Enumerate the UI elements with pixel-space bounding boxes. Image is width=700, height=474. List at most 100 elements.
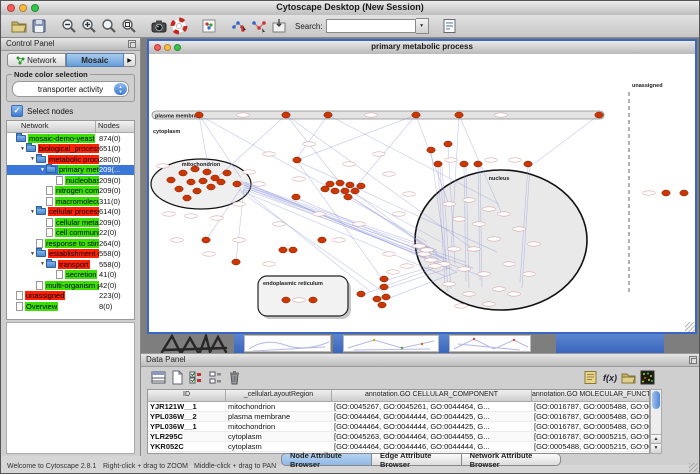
network-node[interactable] [195, 112, 203, 118]
tree-row[interactable]: ▼primary metabo209(... [7, 165, 134, 176]
node-color-dropdown[interactable]: transporter activity ▲▼ [12, 81, 129, 97]
network-window-titlebar[interactable]: primary metabolic process [149, 41, 695, 55]
network-node[interactable] [191, 166, 199, 172]
network-node[interactable] [289, 247, 297, 253]
table-row[interactable]: YPL036W__2plasma membrane[GO:0044464, GO… [148, 412, 649, 422]
network-node[interactable] [233, 181, 241, 187]
open-session-button[interactable] [9, 16, 29, 36]
network-node[interactable] [187, 179, 195, 185]
tree-row[interactable]: ▼cellular process614(0) [7, 207, 134, 218]
zoom-out-button[interactable] [59, 16, 79, 36]
search-input[interactable] [326, 19, 416, 33]
network-node[interactable] [324, 112, 332, 118]
tree-row[interactable]: macromolecule311(0) [7, 196, 134, 207]
zoom-in-button[interactable] [79, 16, 99, 36]
network-node[interactable] [346, 182, 354, 188]
network-node[interactable] [179, 170, 187, 176]
tree-row[interactable]: response to stimulu264(0) [7, 238, 134, 249]
scroll-down-button[interactable]: ▼ [651, 443, 661, 453]
tree-row[interactable]: ▼establishment of lo558(0) [7, 249, 134, 260]
network-node[interactable] [434, 161, 442, 167]
function-builder-button[interactable]: f(x) [600, 369, 619, 387]
network-node[interactable] [318, 237, 326, 243]
create-attribute-button[interactable] [168, 369, 187, 387]
network-node[interactable] [412, 112, 420, 118]
tree-row[interactable]: cell communicat22(0) [7, 228, 134, 239]
attribute-table[interactable]: ID _cellularLayoutRegion annotation.GO C… [147, 389, 650, 454]
tree-row[interactable]: ▼biological_process651(0) [7, 144, 134, 155]
unselect-attributes-button[interactable] [206, 369, 225, 387]
col-id[interactable]: ID [148, 390, 226, 401]
network-node[interactable] [455, 112, 463, 118]
tree-row[interactable]: ▼transport558(0) [7, 259, 134, 270]
save-session-button[interactable] [29, 16, 49, 36]
tab-network[interactable]: Network [7, 53, 66, 67]
tree-row[interactable]: Overview8(0) [7, 301, 134, 312]
tree-header[interactable]: Network Nodes [7, 121, 134, 133]
disclosure-arrow-icon[interactable]: ▼ [39, 167, 46, 173]
import-attributes-button[interactable] [619, 369, 638, 387]
network-node[interactable] [341, 188, 349, 194]
snapshot-button[interactable] [149, 16, 169, 36]
network-node[interactable] [282, 297, 290, 303]
tree-row[interactable]: secretion41(0) [7, 270, 134, 281]
network-node[interactable] [199, 178, 207, 184]
float-panel-icon[interactable] [689, 356, 697, 364]
attribute-table-button[interactable] [149, 369, 168, 387]
network-node[interactable] [167, 177, 175, 183]
tree-row[interactable]: unassigned223(0) [7, 291, 134, 302]
birds-eye-view-panel[interactable] [6, 322, 135, 454]
annotation-button[interactable] [269, 16, 289, 36]
tab-mosaic[interactable]: Mosaic [66, 53, 125, 67]
background-window-border[interactable] [333, 334, 343, 353]
background-network-sketch[interactable] [159, 334, 231, 353]
float-panel-icon[interactable] [128, 40, 136, 48]
table-row[interactable]: YPL036W__1mitochondrion[GO:0044464, GO:0… [148, 422, 649, 432]
network-node[interactable] [203, 169, 211, 175]
network-node[interactable] [282, 112, 290, 118]
network-node[interactable] [183, 195, 191, 201]
app-resize-grip[interactable] [689, 463, 698, 472]
network-node[interactable] [357, 183, 365, 189]
disclosure-arrow-icon[interactable]: ▼ [19, 146, 26, 152]
matrix-button[interactable] [638, 369, 657, 387]
select-nodes-tool-button[interactable] [229, 16, 249, 36]
network-node[interactable] [373, 296, 381, 302]
network-canvas[interactable]: plasma membranecytoplasmmitochondrionnuc… [149, 54, 695, 332]
table-scrollbar[interactable]: ▲ ▼ [650, 389, 662, 454]
tree-col-nodes[interactable]: Nodes [95, 121, 134, 132]
notes-button[interactable] [581, 369, 600, 387]
tree-row[interactable]: nitrogen compo209(0) [7, 186, 134, 197]
select-attributes-button[interactable] [187, 369, 206, 387]
attribute-table-header[interactable]: ID _cellularLayoutRegion annotation.GO C… [148, 390, 649, 402]
select-nodes-checkbox[interactable]: ✓ [11, 105, 23, 117]
tree-row[interactable]: cellular metabo209(0) [7, 217, 134, 228]
disclosure-arrow-icon[interactable]: ▼ [29, 251, 36, 257]
network-node[interactable] [331, 188, 339, 194]
disclosure-arrow-icon[interactable]: ▼ [29, 209, 36, 215]
col-region[interactable]: _cellularLayoutRegion [226, 390, 332, 401]
tree-row[interactable]: multi-organism pro42(0) [7, 280, 134, 291]
network-node[interactable] [382, 294, 390, 300]
background-window-border[interactable] [234, 334, 244, 353]
network-node[interactable] [232, 259, 240, 265]
network-node[interactable] [380, 276, 388, 282]
zoom-selected-button[interactable] [99, 16, 119, 36]
network-node[interactable] [595, 112, 603, 118]
scrollbar-thumb[interactable] [652, 391, 660, 409]
network-node[interactable] [357, 291, 365, 297]
help-button[interactable] [169, 16, 189, 36]
select-edges-tool-button[interactable] [249, 16, 269, 36]
network-node[interactable] [223, 170, 231, 176]
network-node[interactable] [380, 284, 388, 290]
network-node[interactable] [175, 186, 183, 192]
tree-row[interactable]: nucleobase-209(0) [7, 175, 134, 186]
network-node[interactable] [202, 237, 210, 243]
network-node[interactable] [444, 141, 452, 147]
network-node[interactable] [336, 180, 344, 186]
network-node[interactable] [474, 161, 482, 167]
table-row[interactable]: YJR121W__1mitochondrion[GO:0045267, GO:0… [148, 402, 649, 412]
col-molecular-function[interactable]: annotation.GO MOLECULAR_FUNCTION [532, 390, 650, 401]
network-node[interactable] [293, 157, 301, 163]
network-node[interactable] [378, 302, 386, 308]
